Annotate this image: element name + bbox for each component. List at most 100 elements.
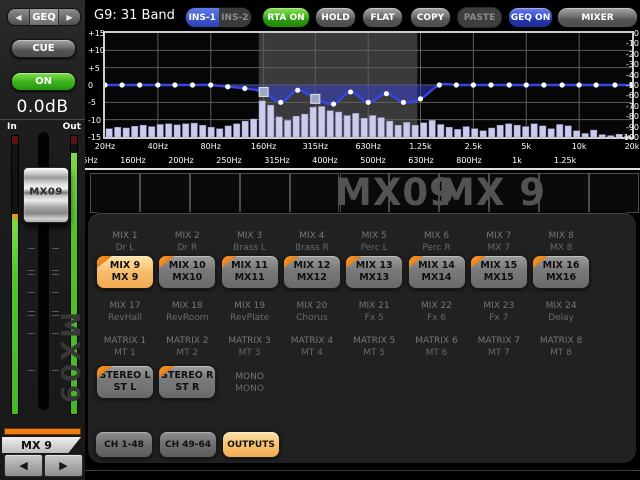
y-right-tick: -50 bbox=[617, 81, 639, 90]
channel-button-stereo-l[interactable]: STEREO LST L bbox=[96, 365, 154, 399]
channel-select-panel: MIX 1Dr LMIX 2Dr RMIX 3Brass LMIX 4Brass… bbox=[88, 213, 636, 463]
channel-label-matrix-1: MATRIX 1MT 1 bbox=[94, 335, 156, 359]
channel-button-mix-14[interactable]: MIX 14MX14 bbox=[408, 255, 466, 289]
channel-label-matrix-2: MATRIX 2MT 2 bbox=[156, 335, 218, 359]
band-window-label: 160Hz bbox=[113, 156, 153, 165]
channel-label-mix-3: MIX 3Brass L bbox=[219, 230, 281, 254]
insert-tab-group: INS-1INS-2 bbox=[185, 7, 252, 28]
geq-prev-button[interactable]: ◀ bbox=[8, 9, 30, 25]
x-axis-tick: 80Hz bbox=[191, 142, 231, 151]
x-axis-tick: 630Hz bbox=[348, 142, 388, 151]
x-axis-tick: 5k bbox=[506, 142, 546, 151]
channel-watermark-long: MX09 bbox=[335, 171, 445, 214]
channel-name-text: MX 9 bbox=[21, 439, 52, 452]
y-right-tick: -100 bbox=[617, 133, 639, 142]
channel-button-mix-12[interactable]: MIX 12MX12 bbox=[283, 255, 341, 289]
channel-label-matrix-8: MATRIX 8MT 8 bbox=[530, 335, 592, 359]
right-arrow-icon: ▶ bbox=[59, 459, 67, 472]
x-axis-tick: 10k bbox=[559, 142, 599, 151]
x-axis-tick: 1.25k bbox=[400, 142, 440, 151]
x-axis-tick: 315Hz bbox=[295, 142, 335, 151]
band-window-label: 500Hz bbox=[353, 156, 393, 165]
channel-button-mix-15[interactable]: MIX 15MX15 bbox=[470, 255, 528, 289]
channel-label-matrix-5: MATRIX 5MT 5 bbox=[343, 335, 405, 359]
band-window-label: 1.25k bbox=[545, 156, 585, 165]
channel-label-mix-7: MIX 7MX 7 bbox=[468, 230, 530, 254]
meter-out-label: Out bbox=[63, 122, 81, 132]
meter-red-zone bbox=[71, 136, 77, 144]
channel-button-mix-10[interactable]: MIX 10MX10 bbox=[158, 255, 216, 289]
band-window-label: 630Hz bbox=[401, 156, 441, 165]
band-fader-slot bbox=[90, 173, 140, 213]
channel-label-matrix-6: MATRIX 6MT 6 bbox=[406, 335, 468, 359]
channel-label-mix-5: MIX 5Perc L bbox=[343, 230, 405, 254]
channel-label-matrix-4: MATRIX 4MT 4 bbox=[281, 335, 343, 359]
meter-level-fill bbox=[12, 219, 18, 414]
y-left-tick: +10 bbox=[88, 46, 103, 55]
divider bbox=[85, 168, 640, 170]
rta-on-button[interactable]: RTA ON bbox=[262, 7, 310, 28]
geq-main-area: G9: 31 Band INS-1INS-2 RTA ONHOLD FLAT COP… bbox=[85, 0, 640, 480]
tab-outputs[interactable]: OUTPUTS bbox=[222, 431, 280, 458]
mixer-button[interactable]: MIXER bbox=[557, 7, 638, 28]
on-button[interactable]: ON bbox=[11, 72, 76, 91]
channel-button-stereo-r[interactable]: STEREO RST R bbox=[158, 365, 216, 399]
channel-label-mix-20: MIX 20Chorus bbox=[281, 300, 343, 324]
divider bbox=[0, 119, 85, 120]
tab-ch-49-64[interactable]: CH 49-64 bbox=[159, 431, 217, 458]
tab-ins-1[interactable]: INS-1 bbox=[186, 8, 219, 27]
y-right-tick: -60 bbox=[617, 91, 639, 100]
x-axis-tick: 40Hz bbox=[138, 142, 178, 151]
cue-button[interactable]: CUE bbox=[11, 39, 76, 58]
band-window-label: 400Hz bbox=[305, 156, 345, 165]
band-window-label: 200Hz bbox=[161, 156, 201, 165]
copy-button[interactable]: COPY bbox=[410, 7, 451, 28]
channel-label-mix-17: MIX 17RevHall bbox=[94, 300, 156, 324]
x-axis-tick: 2.5k bbox=[453, 142, 493, 151]
y-left-tick: -5 bbox=[88, 98, 103, 107]
paste-button[interactable]: PASTE bbox=[457, 7, 502, 28]
channel-button-mix-16[interactable]: MIX 16MX16 bbox=[532, 255, 590, 289]
channel-label-mono: MONOMONO bbox=[219, 371, 281, 395]
tab-ins-2[interactable]: INS-2 bbox=[219, 8, 252, 27]
channel-label-mix-22: MIX 22Fx 6 bbox=[406, 300, 468, 324]
x-axis-tick: 20k bbox=[612, 142, 640, 151]
geq-on-button[interactable]: GEQ ON bbox=[508, 7, 553, 28]
tab-ch-1-48[interactable]: CH 1-48 bbox=[95, 431, 153, 458]
input-level-meter bbox=[11, 135, 19, 415]
left-arrow-icon: ◀ bbox=[15, 13, 21, 22]
next-channel-button[interactable]: ▶ bbox=[44, 454, 83, 477]
band-fader-slot bbox=[290, 173, 340, 213]
prev-channel-button[interactable]: ◀ bbox=[4, 454, 43, 477]
channel-label-matrix-3: MATRIX 3MT 3 bbox=[219, 335, 281, 359]
flat-button[interactable]: FLAT bbox=[362, 7, 403, 28]
channel-fader-handle[interactable]: MX09 bbox=[23, 167, 69, 223]
x-axis-tick: 20Hz bbox=[85, 142, 125, 151]
channel-label-mix-24: MIX 24Delay bbox=[530, 300, 592, 324]
y-left-tick: -15 bbox=[88, 133, 103, 142]
geq-graph[interactable] bbox=[103, 31, 634, 139]
divider bbox=[85, 470, 640, 471]
channel-button-mix-13[interactable]: MIX 13MX13 bbox=[345, 255, 403, 289]
geq-curve-rta-plot[interactable] bbox=[105, 33, 632, 137]
y-left-tick: -10 bbox=[88, 116, 103, 125]
meter-in-label: In bbox=[7, 122, 17, 132]
y-right-tick: -30 bbox=[617, 60, 639, 69]
channel-label-mix-21: MIX 21Fx 5 bbox=[343, 300, 405, 324]
y-right-tick: -90 bbox=[617, 123, 639, 132]
channel-label-mix-19: MIX 19RevPlate bbox=[219, 300, 281, 324]
channel-color-bar bbox=[5, 429, 80, 434]
channel-label-mix-2: MIX 2Dr R bbox=[156, 230, 218, 254]
channel-label-mix-1: MIX 1Dr L bbox=[94, 230, 156, 254]
page-title: G9: 31 Band bbox=[94, 8, 175, 23]
channel-label-mix-6: MIX 6Perc R bbox=[406, 230, 468, 254]
geq-selector-label: GEQ bbox=[30, 9, 58, 25]
channel-name-tag[interactable]: MX 9 bbox=[2, 437, 81, 453]
geq-next-button[interactable]: ▶ bbox=[58, 9, 80, 25]
channel-button-mix-11[interactable]: MIX 11MX11 bbox=[221, 255, 279, 289]
band-window-label: 1k bbox=[497, 156, 537, 165]
channel-button-mix-9[interactable]: MIX 9MX 9 bbox=[96, 255, 154, 289]
hold-button[interactable]: HOLD bbox=[315, 7, 356, 28]
band-fader-slot bbox=[240, 173, 290, 213]
y-right-tick: 0 bbox=[617, 29, 639, 38]
